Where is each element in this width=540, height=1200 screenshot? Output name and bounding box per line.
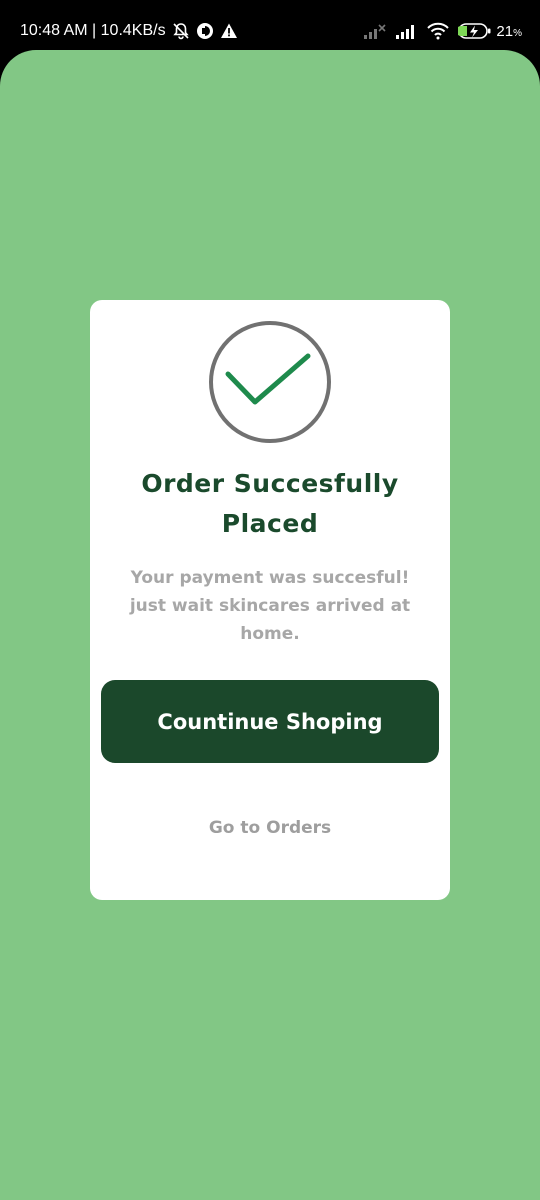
- signal-icon: [396, 23, 418, 39]
- battery-unit: %: [513, 27, 522, 39]
- warning-icon: [220, 22, 238, 40]
- wifi-icon: [426, 22, 450, 40]
- status-left: 10:48 AM | 10.4KB/s: [20, 20, 238, 42]
- check-circle-icon: [206, 318, 334, 446]
- battery-level: 21%: [496, 23, 522, 40]
- continue-shopping-button[interactable]: Countinue Shoping: [101, 680, 439, 763]
- order-success-dialog: Order Succesfully Placed Your payment wa…: [90, 300, 450, 900]
- dialog-message: Your payment was succesful! just wait sk…: [129, 568, 411, 644]
- battery-level-value: 21: [496, 22, 514, 40]
- status-right: 21%: [364, 20, 522, 42]
- screen-background: Order Succesfully Placed Your payment wa…: [0, 50, 540, 1200]
- status-bar: 10:48 AM | 10.4KB/s 21%: [0, 0, 540, 52]
- signal-no-service-icon: [364, 23, 388, 39]
- dialog-title: Order Succesfully Placed: [141, 469, 399, 538]
- privacy-icon: [196, 22, 214, 40]
- mute-bell-icon: [172, 22, 190, 40]
- go-to-orders-link[interactable]: Go to Orders: [170, 810, 370, 846]
- status-time-speed: 10:48 AM | 10.4KB/s: [20, 22, 166, 39]
- battery-charging-icon: [458, 22, 492, 40]
